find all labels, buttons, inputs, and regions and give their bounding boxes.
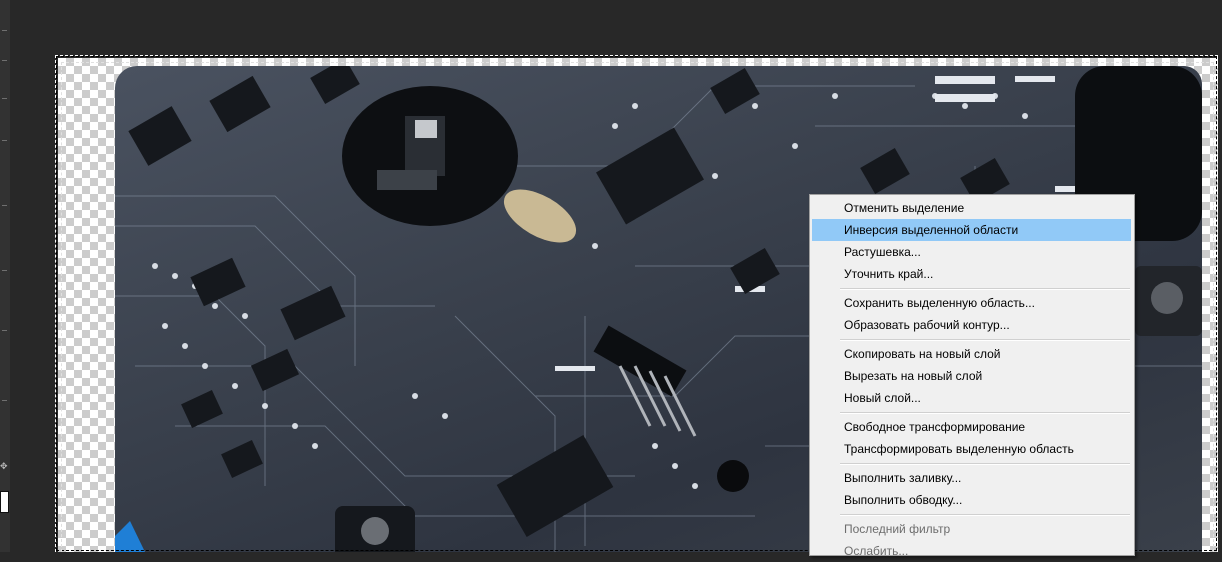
menu-item-refine-edge[interactable]: Уточнить край... (812, 263, 1131, 285)
selection-context-menu: Отменить выделение Инверсия выделенной о… (809, 194, 1135, 558)
menu-separator (840, 339, 1130, 341)
menu-item-make-work-path[interactable]: Образовать рабочий контур... (812, 314, 1131, 336)
foreground-color-swatch[interactable] (0, 491, 9, 513)
menu-separator (840, 412, 1130, 414)
menu-item-fill[interactable]: Выполнить заливку... (812, 467, 1131, 489)
tool-separator (2, 205, 7, 206)
menu-item-stroke[interactable]: Выполнить обводку... (812, 489, 1131, 511)
menu-item-layer-via-cut[interactable]: Вырезать на новый слой (812, 365, 1131, 387)
menu-item-feather[interactable]: Растушевка... (812, 241, 1131, 263)
menu-item-free-transform[interactable]: Свободное трансформирование (812, 416, 1131, 438)
menu-separator (840, 288, 1130, 290)
menu-item-last-filter: Последний фильтр (844, 522, 951, 536)
menu-item-new-layer[interactable]: Новый слой... (812, 387, 1131, 409)
menu-item-transform-selection[interactable]: Трансформировать выделенную область (812, 438, 1131, 460)
menu-separator (840, 514, 1130, 516)
menu-separator (840, 463, 1130, 465)
tool-separator (2, 330, 7, 331)
move-tool-icon[interactable]: ✥ (0, 462, 8, 471)
tool-separator (2, 400, 7, 401)
menu-item-fade: Ослабить... (844, 544, 909, 558)
menu-item-select-inverse[interactable]: Инверсия выделенной области (812, 219, 1131, 241)
tool-separator (2, 270, 7, 271)
tool-separator (2, 30, 7, 31)
menu-item-deselect[interactable]: Отменить выделение (812, 197, 1131, 219)
tool-separator (2, 140, 7, 141)
menu-item-save-selection[interactable]: Сохранить выделенную область... (812, 292, 1131, 314)
menu-item-layer-via-copy[interactable]: Скопировать на новый слой (812, 343, 1131, 365)
tool-separator (2, 60, 7, 61)
tool-separator (2, 98, 7, 99)
